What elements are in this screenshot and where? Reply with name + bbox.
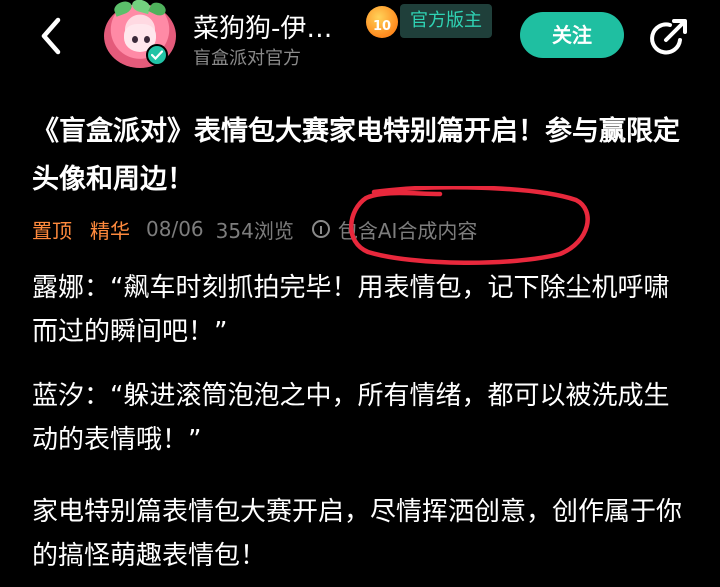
essence-tag: 精华: [90, 218, 130, 243]
back-button[interactable]: [34, 14, 70, 58]
level-badge-number: 10: [372, 18, 392, 34]
verified-icon: [146, 44, 168, 66]
user-subtitle: 盲盒派对官方: [193, 48, 301, 69]
info-icon: [311, 220, 330, 238]
body-paragraph: 露娜：“飙车时刻抓拍完毕！用表情包，记下除尘机呼啸而过的瞬间吧！”: [32, 273, 670, 347]
official-moderator-tag: 官方版主: [400, 4, 492, 38]
share-icon: [650, 19, 687, 55]
post-meta-row: 置顶 精华 08/06 354浏览 包含AI合成内容: [32, 212, 477, 246]
post-title: 《盲盒派对》表情包大赛家电特别篇开启！参与赢限定头像和周边！: [32, 116, 680, 195]
ai-content-label: 包含AI合成内容: [337, 218, 478, 243]
view-count: 354浏览: [215, 218, 294, 243]
pinned-tag: 置顶: [32, 218, 72, 243]
post-header: 菜狗狗-伊… 盲盒派对官方 10 官方版主 关注: [0, 0, 720, 84]
post-date: 08/06: [146, 217, 204, 241]
chevron-left-icon: [41, 17, 61, 55]
follow-button[interactable]: 关注: [520, 12, 624, 58]
username[interactable]: 菜狗狗-伊…: [193, 8, 332, 45]
body-paragraph: 家电特别篇表情包大赛开启，尽情挥洒创意，创作属于你的搞怪萌趣表情包！: [32, 497, 683, 571]
share-button[interactable]: [646, 16, 690, 60]
body-paragraph: 蓝汐：“躲进滚筒泡泡之中，所有情绪，都可以被洗成生动的表情哦！”: [32, 381, 670, 455]
ai-content-notice[interactable]: 包含AI合成内容: [311, 215, 478, 244]
level-badge-icon: 10: [366, 6, 398, 38]
post-detail-page: 菜狗狗-伊… 盲盒派对官方 10 官方版主 关注 《盲盒派对》表情包大赛家电特别…: [0, 0, 720, 587]
